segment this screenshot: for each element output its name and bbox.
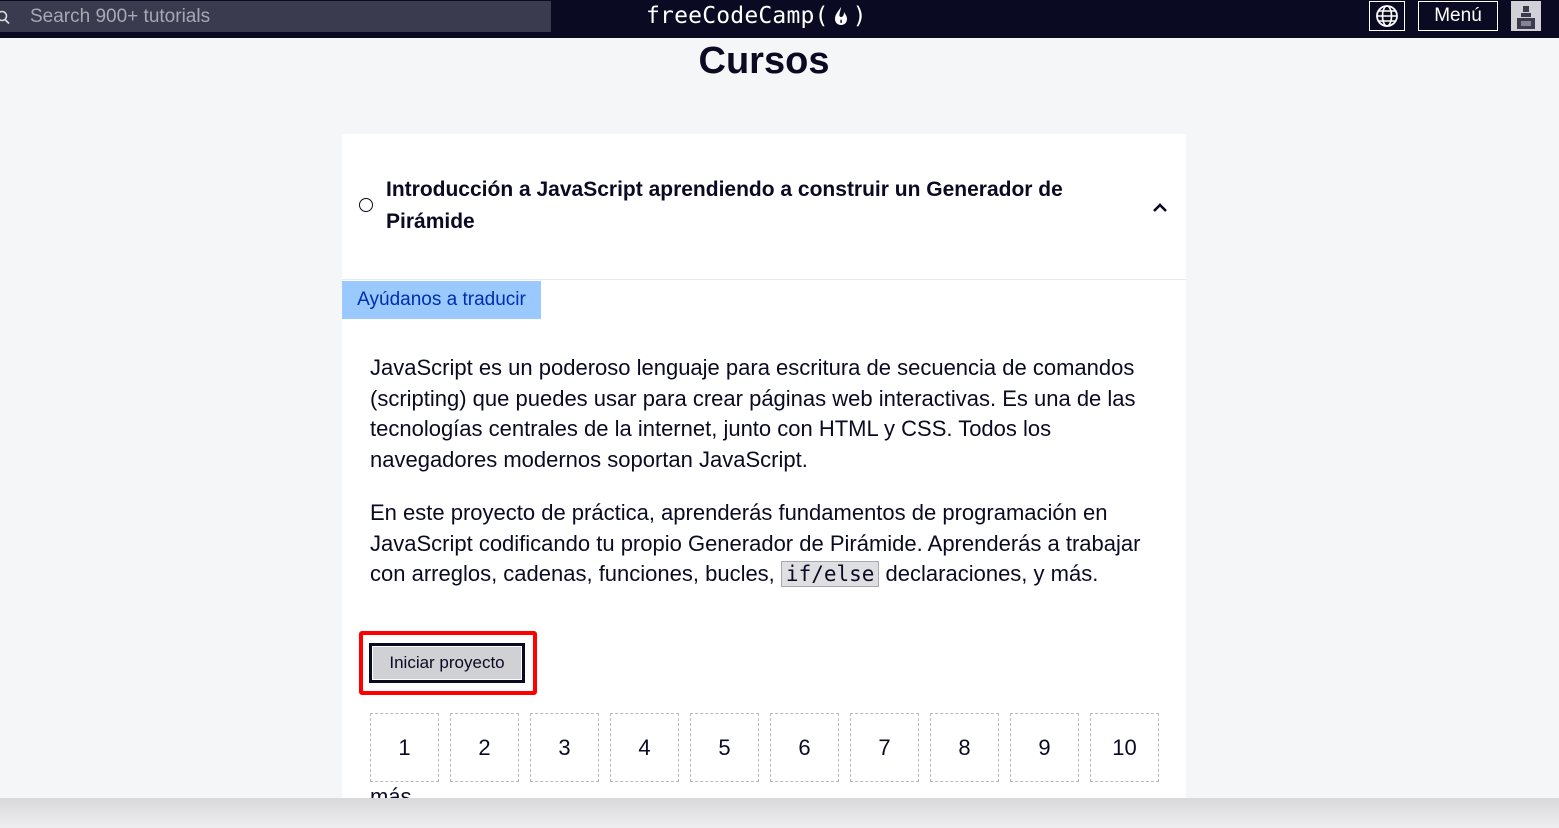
block-description-1: JavaScript es un poderoso lenguaje para … <box>370 355 1136 472</box>
avatar-icon <box>1517 6 1535 29</box>
step-link[interactable]: 6 <box>770 713 839 782</box>
search-input[interactable] <box>28 4 532 29</box>
step-link[interactable]: 10 <box>1090 713 1159 782</box>
menu-button[interactable]: Menú <box>1418 1 1498 31</box>
page-title: Cursos <box>698 40 830 82</box>
description-2-text-end: declaraciones, y más. <box>879 561 1099 586</box>
top-navbar: freeCodeCamp( ) Menú <box>0 0 1559 38</box>
step-link[interactable]: 4 <box>610 713 679 782</box>
step-grid: 1 2 3 4 5 6 7 8 9 10 <box>370 713 1159 782</box>
search-icon <box>0 10 10 24</box>
step-link[interactable]: 1 <box>370 713 439 782</box>
block-description-2: En este proyecto de práctica, aprenderás… <box>370 498 1170 590</box>
freecodecamp-logo[interactable]: freeCodeCamp( ) <box>646 0 867 32</box>
language-button[interactable] <box>1369 1 1405 31</box>
search-bar[interactable] <box>0 1 551 32</box>
block-title: Introducción a JavaScript aprendiendo a … <box>386 178 1063 233</box>
inline-code: if/else <box>780 561 880 587</box>
step-link[interactable]: 8 <box>930 713 999 782</box>
superblock-card: Introducción a JavaScript aprendiendo a … <box>342 134 1186 828</box>
bottom-overlay <box>0 798 1559 828</box>
step-link[interactable]: 2 <box>450 713 519 782</box>
step-link[interactable]: 5 <box>690 713 759 782</box>
logo-text: freeCodeCamp( <box>646 3 829 29</box>
globe-icon <box>1376 5 1398 27</box>
help-translate-link[interactable]: Ayúdanos a traducir <box>342 281 541 319</box>
logo-text-end: ) <box>852 3 867 29</box>
block-header-toggle[interactable]: Introducción a JavaScript aprendiendo a … <box>342 134 1186 280</box>
step-link[interactable]: 7 <box>850 713 919 782</box>
step-link[interactable]: 9 <box>1010 713 1079 782</box>
step-link[interactable]: 3 <box>530 713 599 782</box>
completion-status-icon <box>359 198 373 212</box>
user-avatar[interactable] <box>1511 1 1541 31</box>
caret-up-icon[interactable] <box>1149 197 1171 217</box>
flame-icon <box>834 7 847 25</box>
start-project-button[interactable]: Iniciar proyecto <box>369 643 525 683</box>
